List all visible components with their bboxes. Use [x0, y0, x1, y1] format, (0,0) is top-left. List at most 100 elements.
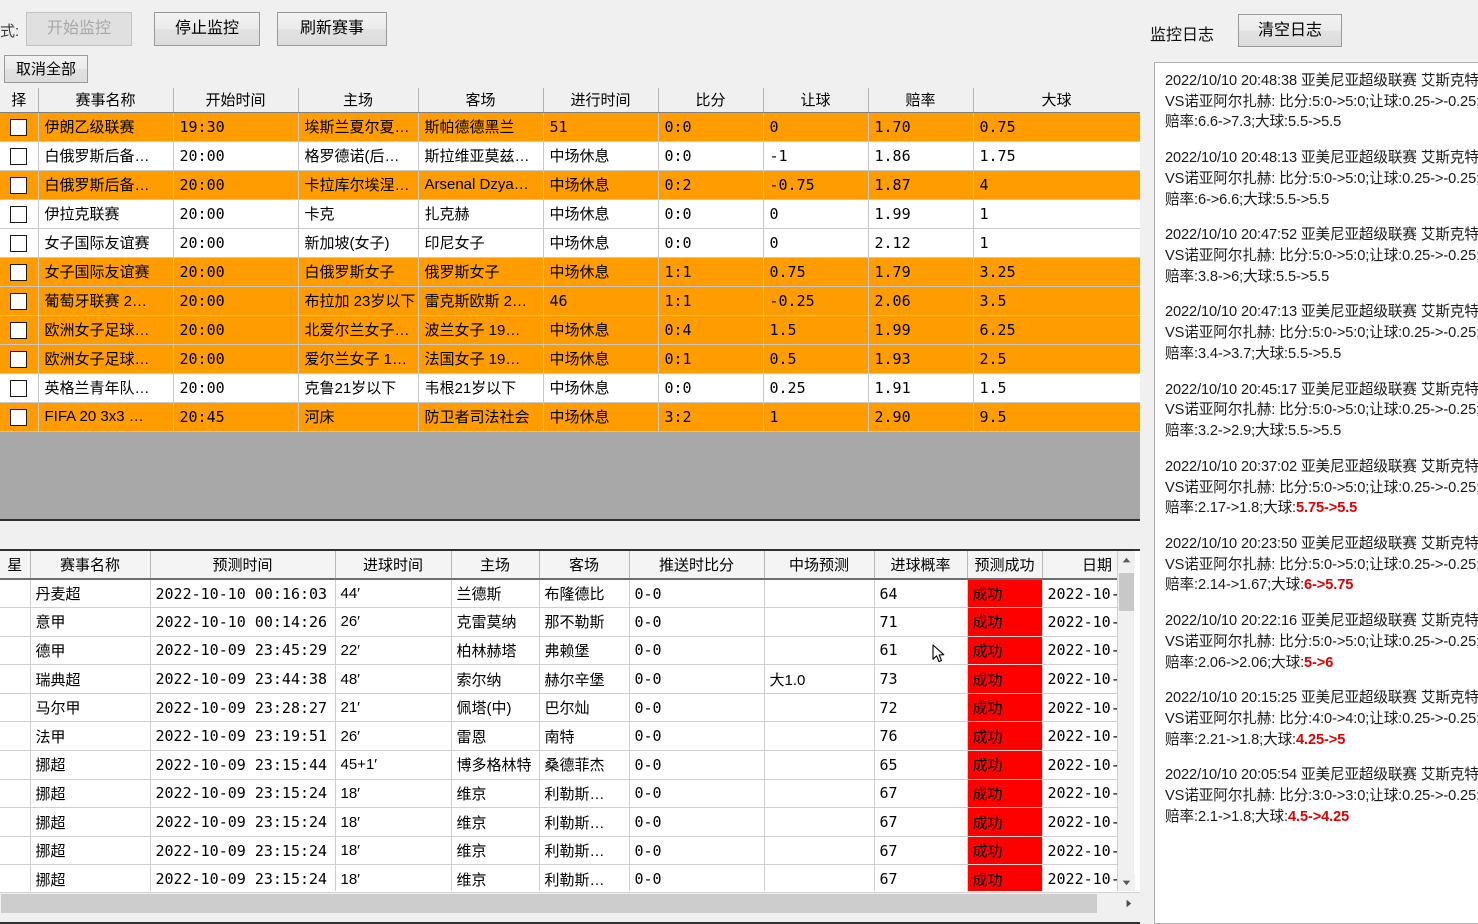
row-checkbox[interactable] — [10, 234, 28, 252]
clear-log-button[interactable]: 清空日志 — [1238, 14, 1342, 47]
column-header-3[interactable]: 主场 — [298, 88, 419, 113]
column-header-3[interactable]: 进球时间 — [335, 551, 452, 580]
row-checkbox[interactable] — [10, 205, 28, 223]
table-row[interactable]: 挪超 2022-10-09 23:15:24 18′ 维京 利勒斯… 0-0 67 成功 202… — [0, 807, 1117, 837]
cell-goal_prob: 67 — [874, 779, 968, 809]
predictions-horizontal-scrollbar[interactable] — [0, 892, 1140, 914]
cell-home: 新加坡(女子) — [298, 228, 419, 258]
table-row[interactable]: 白俄罗斯后备… 20:00 卡拉库尔埃涅… Arsenal Dzya… 中场休息 0:2-… — [0, 170, 1140, 200]
stop-monitor-button[interactable]: 停止监控 — [154, 12, 260, 46]
log-entry-tail: 5.5->5.5 — [1288, 423, 1342, 440]
column-header-1[interactable]: 赛事名称 — [38, 88, 174, 113]
table-row[interactable]: 丹麦超 2022-10-10 00:16:03 44′ 兰德斯 布隆德比 0-0 64 成功 2… — [0, 579, 1117, 609]
hscrollbar-thumb[interactable] — [1, 894, 1097, 913]
table-row[interactable]: FIFA 20 3x3 … 20:45 河床 防卫者司法社会 中场休息 3:2 1 2.90 9… — [0, 402, 1140, 432]
column-header-7[interactable]: 让球 — [763, 88, 869, 113]
row-select-cell[interactable] — [0, 402, 39, 432]
column-header-7[interactable]: 中场预测 — [764, 551, 875, 580]
row-select-cell[interactable] — [0, 112, 39, 142]
column-header-4[interactable]: 客场 — [418, 88, 544, 113]
row-checkbox[interactable] — [10, 118, 28, 136]
column-header-5[interactable]: 客场 — [539, 551, 630, 580]
table-row[interactable]: 女子国际友谊赛 20:00 白俄罗斯女子 俄罗斯女子 中场休息 1:1 0.75 1.79 3.… — [0, 257, 1140, 287]
column-header-2[interactable]: 预测时间 — [150, 551, 336, 580]
row-checkbox[interactable] — [10, 147, 28, 165]
table-row[interactable]: 瑞典超 2022-10-09 23:44:38 48′ 索尔纳 赫尔辛堡 0-0 大1.0 7… — [0, 664, 1117, 694]
cell-goal_time: 22′ — [335, 636, 452, 666]
column-header-1[interactable]: 赛事名称 — [30, 551, 151, 580]
cell-date: 2022-10-09 — [1042, 664, 1117, 694]
column-header-0[interactable]: 择 — [0, 88, 39, 113]
table-row[interactable]: 德甲 2022-10-09 23:45:29 22′ 柏林赫塔 弗赖堡 0-0 61 成功 20… — [0, 636, 1117, 666]
row-checkbox[interactable] — [10, 350, 28, 368]
row-select-cell[interactable] — [0, 315, 39, 345]
column-header-6[interactable]: 比分 — [658, 88, 764, 113]
cell-over: 4 — [973, 170, 1140, 200]
table-row[interactable]: 意甲 2022-10-10 00:14:26 26′ 克雷莫纳 那不勒斯 0-0 71 成功 2… — [0, 607, 1117, 637]
column-header-9[interactable]: 大球 — [973, 88, 1140, 113]
cell-goal_prob: 73 — [874, 664, 968, 694]
table-row[interactable]: 挪超 2022-10-09 23:15:24 18′ 维京 利勒斯… 0-0 67 成功 202… — [0, 779, 1117, 809]
table-row[interactable]: 葡萄牙联赛 2… 20:00 布拉加 23岁以下 雷克斯欧斯 2… 46 1:1 -0.25… — [0, 286, 1140, 316]
row-select-cell[interactable] — [0, 344, 39, 374]
row-checkbox[interactable] — [10, 379, 28, 397]
cancel-all-button[interactable]: 取消全部 — [4, 55, 88, 83]
table-row[interactable]: 马尔甲 2022-10-09 23:28:27 21′ 佩塔(中) 巴尔灿 0-0 72 成功… — [0, 693, 1117, 723]
live-matches-table-container[interactable]: 择赛事名称 开始时间 主场 客场 进行时间 比分 让球 赔率 大球 伊朗乙级联赛 19:30 埃斯兰… — [0, 88, 1140, 521]
row-select-cell[interactable] — [0, 141, 39, 171]
row-select-cell[interactable] — [0, 373, 39, 403]
column-header-6[interactable]: 推送时比分 — [629, 551, 765, 580]
cell-half_predict — [764, 607, 875, 637]
refresh-matches-button[interactable]: 刷新赛事 — [277, 12, 387, 46]
column-header-8[interactable]: 赔率 — [868, 88, 974, 113]
column-header-10[interactable]: 日期 — [1042, 551, 1117, 580]
column-header-0[interactable]: 星 — [0, 551, 31, 580]
start-monitor-button[interactable]: 开始监控 — [26, 12, 132, 46]
table-row[interactable]: 挪超 2022-10-09 23:15:44 45+1′ 博多格林特 桑德菲杰 0-0 65… — [0, 750, 1117, 780]
table-row[interactable]: 挪超 2022-10-09 23:15:24 18′ 维京 利勒斯… 0-0 67 成功 202… — [0, 864, 1117, 891]
row-select-cell[interactable] — [0, 257, 39, 287]
table-row[interactable]: 白俄罗斯后备… 20:00 格罗德诺(后… 斯拉维亚莫兹… 中场休息 0:0 -1 1.86 1… — [0, 141, 1140, 171]
row-checkbox[interactable] — [10, 292, 28, 310]
row-checkbox[interactable] — [10, 263, 28, 281]
cell-league: 意甲 — [30, 607, 151, 637]
scroll-up-icon[interactable] — [1118, 551, 1135, 568]
cell-away: 利勒斯… — [539, 807, 630, 837]
row-checkbox[interactable] — [10, 408, 28, 426]
column-header-8[interactable]: 进球概率 — [874, 551, 968, 580]
cell-predict_time: 2022-10-09 23:45:29 — [150, 636, 336, 666]
scroll-down-icon[interactable] — [1118, 874, 1135, 891]
table-row[interactable]: 伊拉克联赛 20:00 卡克 扎克赫 中场休息 0:0 0 1.99 1 — [0, 199, 1140, 229]
row-select-cell[interactable] — [0, 286, 39, 316]
row-checkbox[interactable] — [10, 176, 28, 194]
cell-half_predict — [764, 693, 875, 723]
log-output[interactable]: 2022/10/10 20:48:38 亚美尼亚超级联赛 艾斯克特VS诺亚阿尔扎… — [1154, 62, 1478, 924]
row-select-cell[interactable] — [0, 170, 39, 200]
scroll-right-icon[interactable] — [1118, 893, 1140, 914]
status-badge: 成功 — [967, 607, 1043, 637]
cell-goal_prob: 71 — [874, 607, 968, 637]
column-header-9[interactable]: 预测成功 — [967, 551, 1043, 580]
table-row[interactable]: 英格兰青年队… 20:00 克鲁21岁以下 韦根21岁以下 中场休息 0:0 0.25 1.9… — [0, 373, 1140, 403]
cell-league: 丹麦超 — [30, 579, 151, 609]
table-row[interactable]: 女子国际友谊赛 20:00 新加坡(女子) 印尼女子 中场休息 0:0 0 2.12 1 — [0, 228, 1140, 258]
table-row[interactable]: 法甲 2022-10-09 23:19:51 26′ 雷恩 南特 0-0 76 成功 2022-… — [0, 721, 1117, 752]
cell-half_predict — [764, 636, 875, 666]
table-row[interactable]: 欧洲女子足球… 20:00 北爱尔兰女子… 波兰女子 19… 中场休息 0:4 1.5 1.9… — [0, 315, 1140, 345]
cell-elapsed: 中场休息 — [543, 373, 659, 403]
row-select-cell[interactable] — [0, 199, 39, 229]
column-header-5[interactable]: 进行时间 — [543, 88, 659, 113]
row-checkbox[interactable] — [10, 321, 28, 339]
predictions-table-container[interactable]: 星赛事名称 预测时间 进球时间 主场 客场 推送时比分 中场预测 进球概率 预测成功 日期 丹麦超… — [0, 551, 1117, 891]
column-header-4[interactable]: 主场 — [451, 551, 540, 580]
table-row[interactable]: 伊朗乙级联赛 19:30 埃斯兰夏尔夏… 斯帕德德黑兰 51 0:0 0 1.70 0.75 — [0, 112, 1140, 142]
column-header-2[interactable]: 开始时间 — [173, 88, 299, 113]
predictions-vertical-scrollbar[interactable] — [1117, 551, 1135, 891]
log-entry-tail: 5.5->5.5 — [1276, 268, 1330, 285]
cell-away: 斯帕德德黑兰 — [418, 112, 544, 142]
cell-handicap: 1.5 — [763, 315, 869, 345]
row-select-cell[interactable] — [0, 228, 39, 258]
scrollbar-thumb[interactable] — [1119, 573, 1134, 611]
table-row[interactable]: 欧洲女子足球… 20:00 爱尔兰女子 1… 法国女子 19… 中场休息 0:1 0.5 1.… — [0, 344, 1140, 374]
table-row[interactable]: 挪超 2022-10-09 23:15:24 18′ 维京 利勒斯… 0-0 67 成功 202… — [0, 836, 1117, 866]
